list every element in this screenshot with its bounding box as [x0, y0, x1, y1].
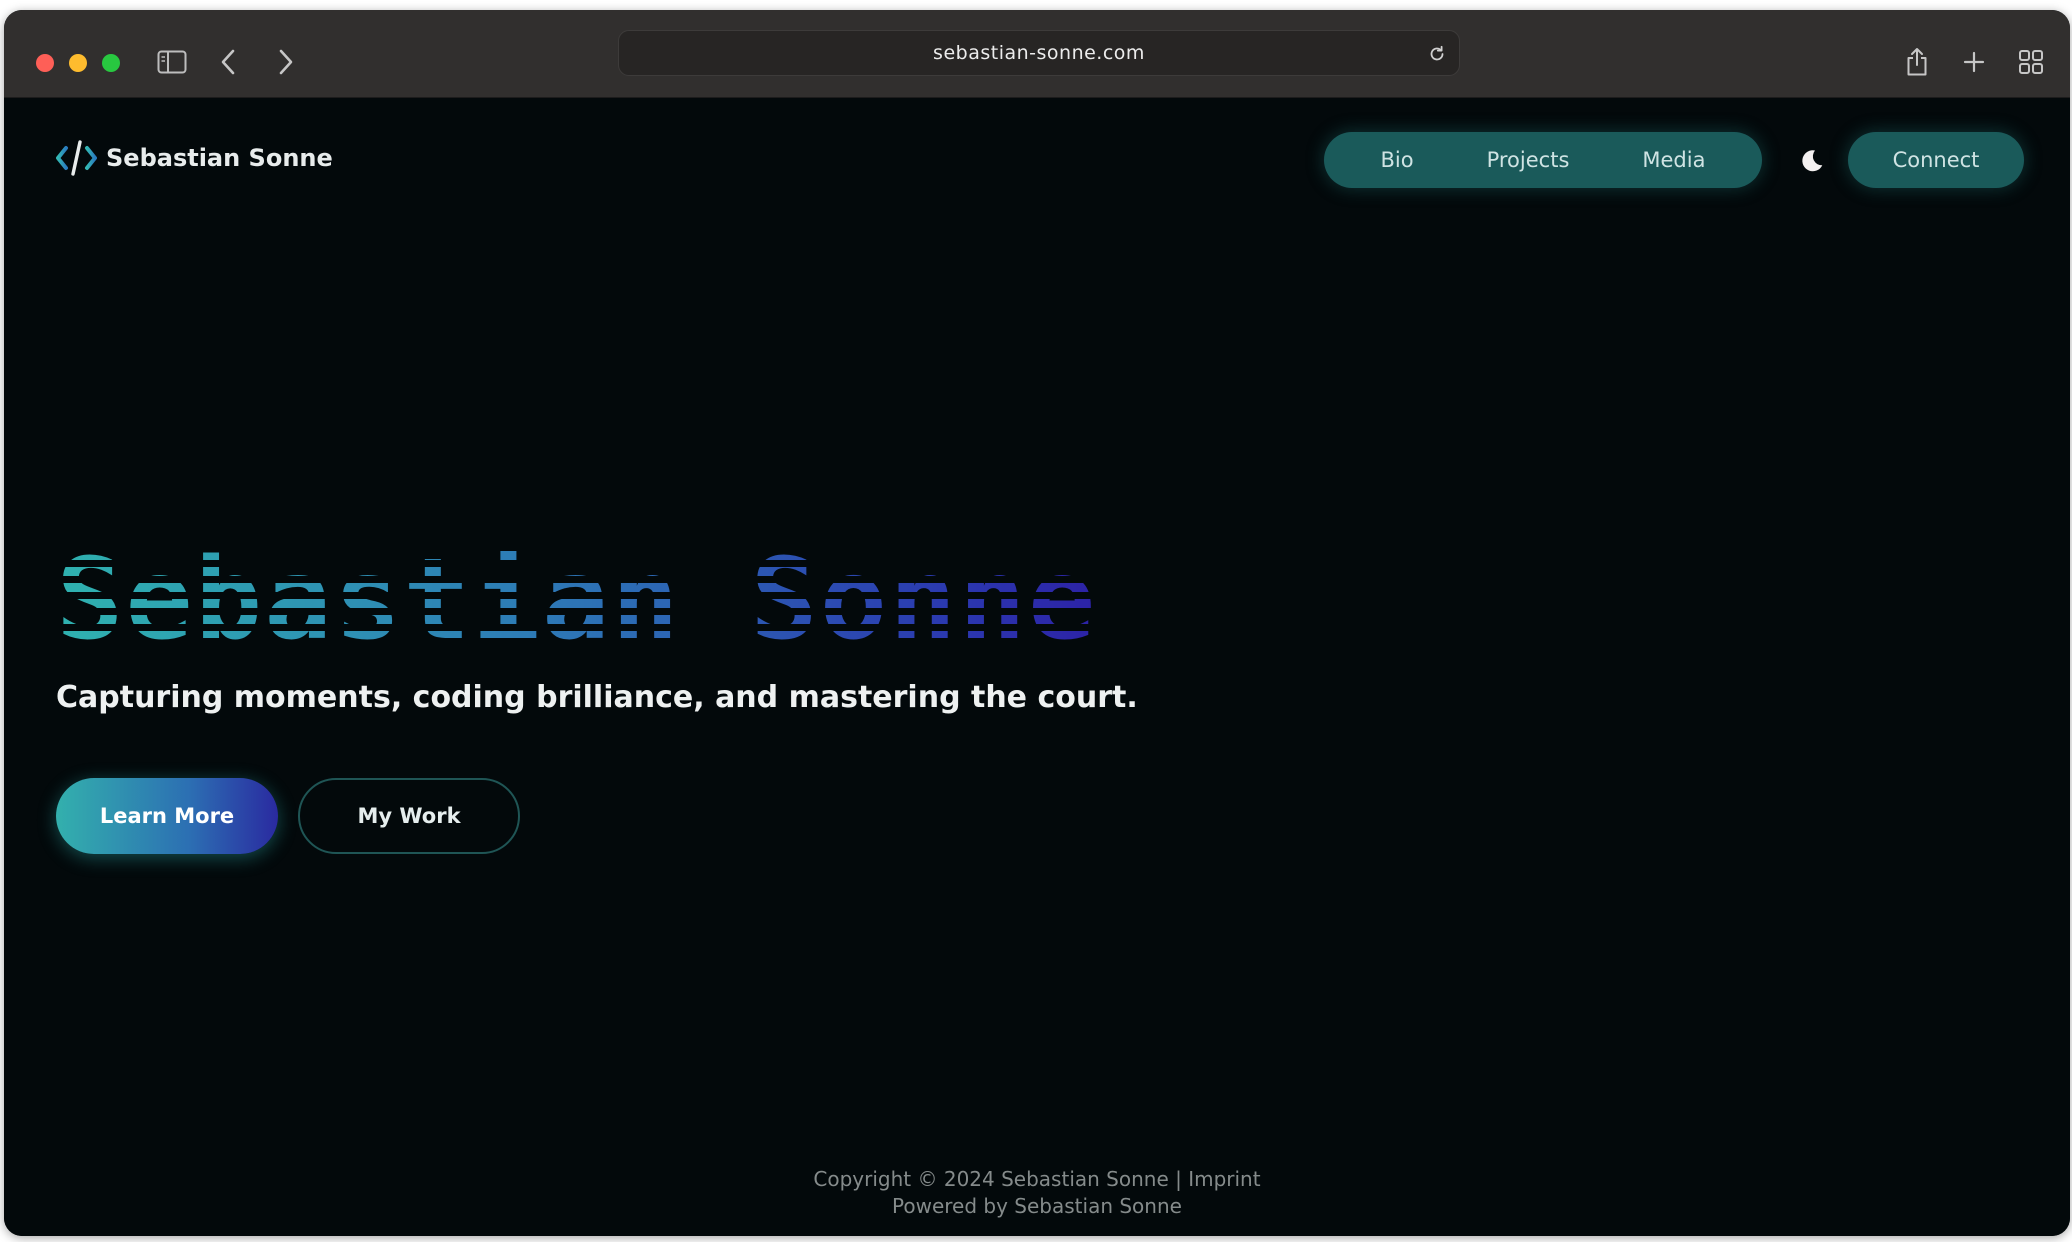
browser-toolbar: sebastian-sonne.com — [4, 10, 2070, 98]
forward-icon[interactable] — [268, 44, 304, 80]
zoom-window-button[interactable] — [102, 54, 120, 72]
copyright-text: Copyright © 2024 Sebastian Sonne | Impri… — [813, 1167, 1261, 1191]
connect-button[interactable]: Connect — [1848, 132, 2024, 188]
my-work-button[interactable]: My Work — [298, 778, 520, 854]
nav-link-projects[interactable]: Projects — [1487, 148, 1570, 172]
browser-window: sebastian-sonne.com Sebastian Sonne Bio … — [4, 10, 2070, 1236]
hero-title: Sebastian Sonne — [56, 544, 1496, 656]
new-tab-icon[interactable] — [1956, 44, 1992, 80]
share-icon[interactable] — [1899, 44, 1935, 80]
learn-more-button[interactable]: Learn More — [56, 778, 278, 854]
sidebar-icon[interactable] — [154, 44, 190, 80]
moon-icon[interactable] — [1793, 142, 1829, 178]
close-window-button[interactable] — [36, 54, 54, 72]
main-nav: Bio Projects Media — [1324, 132, 1762, 188]
site-footer: Copyright © 2024 Sebastian Sonne | Impri… — [4, 1166, 2070, 1220]
web-page: Sebastian Sonne Bio Projects Media Conne… — [4, 98, 2070, 1236]
nav-link-bio[interactable]: Bio — [1381, 148, 1414, 172]
tab-overview-icon[interactable] — [2013, 44, 2049, 80]
code-brackets-icon — [56, 140, 97, 176]
hero-tagline: Capturing moments, coding brilliance, an… — [56, 680, 1138, 715]
hero-title-text: Sebastian Sonne — [56, 535, 1098, 665]
powered-by-text: Powered by Sebastian Sonne — [892, 1194, 1182, 1218]
address-bar[interactable]: sebastian-sonne.com — [618, 30, 1460, 76]
url-text[interactable]: sebastian-sonne.com — [619, 42, 1459, 64]
reload-icon[interactable] — [1425, 42, 1449, 66]
logo-text: Sebastian Sonne — [106, 144, 333, 172]
site-logo[interactable]: Sebastian Sonne — [54, 138, 333, 178]
minimize-window-button[interactable] — [69, 54, 87, 72]
back-icon[interactable] — [210, 44, 246, 80]
nav-link-media[interactable]: Media — [1642, 148, 1705, 172]
